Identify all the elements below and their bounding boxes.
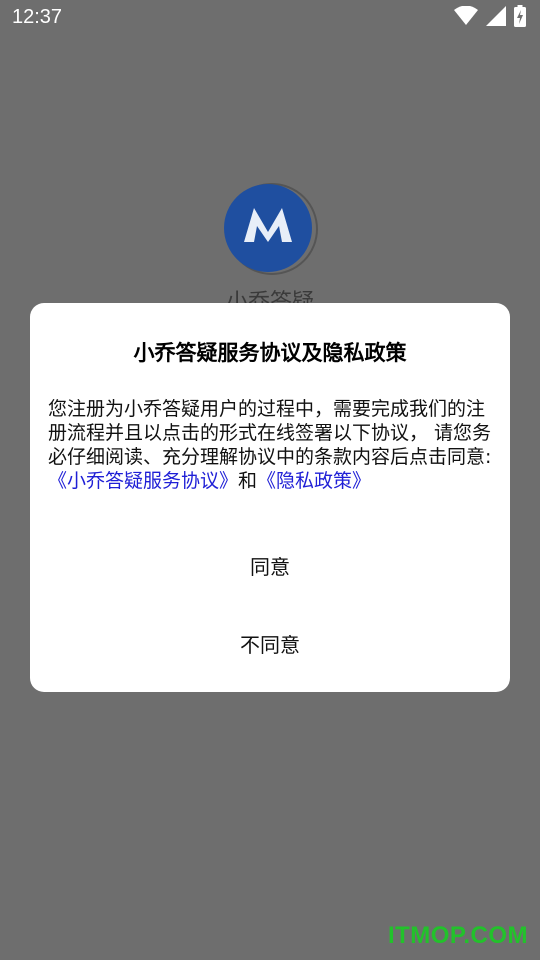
signal-icon	[486, 6, 506, 30]
wifi-icon	[454, 5, 478, 30]
status-bar: 12:37	[0, 0, 540, 36]
privacy-policy-link[interactable]: 《隐私政策》	[257, 470, 371, 492]
dialog-title: 小乔答疑服务协议及隐私政策	[133, 341, 407, 365]
disagree-button[interactable]: 不同意	[30, 629, 510, 658]
app-logo-icon	[224, 182, 318, 276]
agreement-dialog: 小乔答疑服务协议及隐私政策 您注册为小乔答疑用户的过程中，需要完成我们的注册流程…	[30, 303, 510, 692]
conjunction-text: 和	[238, 470, 258, 492]
battery-charging-icon	[514, 5, 526, 31]
agree-button[interactable]: 同意	[30, 551, 510, 580]
status-time: 12:37	[12, 6, 63, 28]
dialog-body: 您注册为小乔答疑用户的过程中，需要完成我们的注册流程并且以点击的形式在线签署以下…	[48, 397, 494, 493]
watermark: ITMOP.COM	[387, 922, 528, 949]
service-agreement-link[interactable]: 《小乔答疑服务协议》	[48, 470, 238, 492]
dialog-body-text: 您注册为小乔答疑用户的过程中，需要完成我们的注册流程并且以点击的形式在线签署以下…	[48, 398, 492, 468]
status-icons	[454, 5, 526, 31]
